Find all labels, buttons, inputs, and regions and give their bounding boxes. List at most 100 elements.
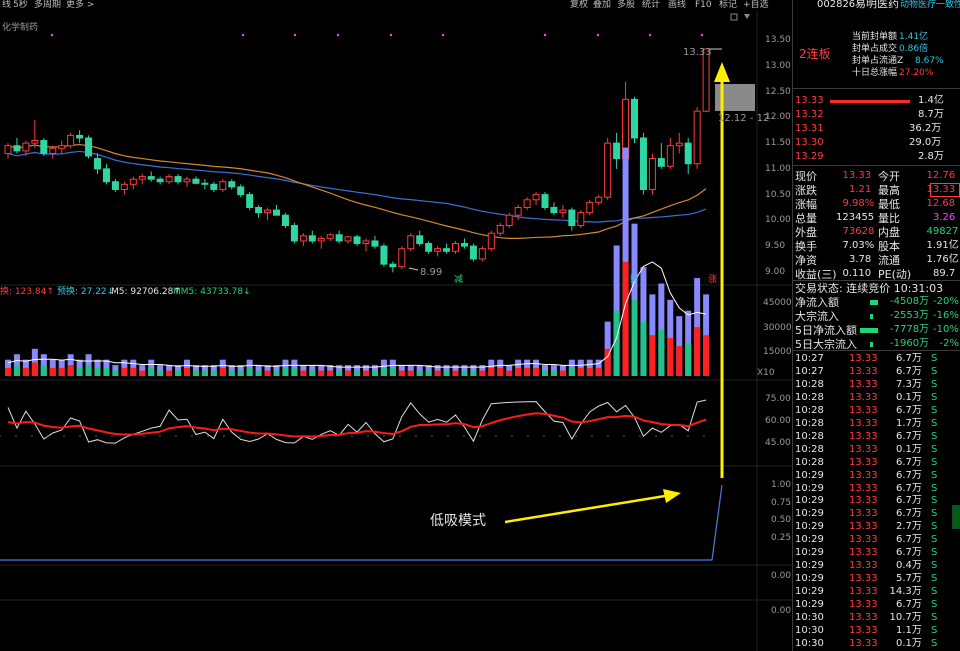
candle-body: [604, 142, 612, 198]
flow-value: -2553万: [890, 310, 930, 321]
tick-time: 10:28: [795, 430, 824, 442]
candle-body: [264, 209, 272, 214]
volume-bar: [291, 367, 298, 376]
osc-grid-dot: [367, 435, 369, 437]
tick-volume: 5.7万: [896, 573, 922, 585]
candle-body: [425, 243, 433, 252]
stat-value: 3.78: [849, 254, 872, 265]
candle-body: [469, 245, 477, 260]
toolbar-btn-5[interactable]: F10: [695, 0, 712, 10]
candle-body: [631, 98, 638, 139]
flow-pct: -20%: [933, 296, 959, 307]
osc-grid-dot: [159, 435, 161, 437]
osc-grid-dot: [191, 435, 193, 437]
candle-body: [362, 240, 370, 245]
tick-volume: 7.3万: [896, 378, 922, 390]
tick-time: 10:29: [795, 573, 824, 585]
toolbar-btn-3[interactable]: 统计: [642, 0, 660, 10]
candle-body: [657, 158, 665, 167]
toolbar-left-3[interactable]: 更多 >: [66, 0, 94, 10]
tick-side: S: [931, 624, 938, 636]
osc-grid-dot: [671, 435, 673, 437]
tick-price: 13.33: [849, 573, 878, 585]
toolbar-btn-2[interactable]: 多股: [617, 0, 635, 10]
volume-bar: [139, 370, 146, 376]
kline-chart[interactable]: [0, 0, 793, 651]
flow-value: -4508万: [890, 296, 930, 307]
book-price: 13.30: [795, 137, 824, 148]
seal-value: 0.86倍: [899, 44, 929, 54]
volume-bar: [58, 367, 65, 376]
book-bar: [830, 100, 910, 103]
lianban-badge: 2连板: [799, 47, 831, 61]
yellow-arrow-head: [714, 62, 730, 82]
price-tick: 10.00: [765, 215, 791, 226]
toolbar-left-2[interactable]: 多周期: [34, 0, 61, 10]
tick-volume: 14.3万: [889, 586, 922, 598]
book-vol: 29.0万: [909, 137, 942, 148]
volume-bar: [533, 367, 540, 376]
signal-dot: [543, 33, 547, 37]
signal-dot: [441, 33, 445, 37]
range-label: 12.12 - 12: [718, 113, 770, 124]
tick-time: 10:29: [795, 495, 824, 507]
volume-bar: [345, 370, 352, 376]
volume-bar: [76, 367, 83, 376]
stat-value: 123455: [836, 212, 875, 223]
marker-zhang: 涨: [708, 275, 718, 285]
tick-time: 10:28: [795, 443, 824, 455]
flow-value: -1960万: [890, 338, 930, 349]
candle-body: [326, 234, 334, 239]
osc-grid-dot: [335, 435, 337, 437]
candle-body: [586, 201, 594, 214]
volume-bar: [676, 346, 683, 376]
stat-label-2: 内盘: [878, 226, 900, 239]
flow-pct: -2%: [939, 338, 959, 349]
signal-tick: 0.25: [771, 533, 792, 543]
tick-volume: 10.7万: [889, 612, 922, 623]
volume-bar: [595, 367, 602, 376]
toolbar-btn-1[interactable]: 叠加: [593, 0, 611, 10]
toolbar-btn-4[interactable]: 画线: [668, 0, 686, 10]
scrollbar[interactable]: [952, 505, 960, 529]
osc-grid-dot: [687, 435, 689, 437]
osc-grid-dot: [399, 435, 401, 437]
toolbar-left-0[interactable]: 线: [2, 0, 11, 10]
stat-label-2: 量比: [878, 212, 900, 225]
toolbar-btn-6[interactable]: 标记: [719, 0, 737, 10]
high-value-box: [930, 183, 960, 197]
volume-bar: [318, 370, 325, 376]
seal-label: 当前封单额: [852, 32, 898, 42]
annotation-label: 低吸模式: [430, 513, 486, 529]
toolbar-btn-7[interactable]: +自选: [743, 0, 769, 10]
tick-price: 13.33: [849, 456, 878, 468]
yellow-arrow-head-2: [663, 489, 681, 503]
osc-grid-dot: [415, 435, 417, 437]
volume-bar: [479, 370, 486, 376]
flow-label: 5日净流入额: [795, 324, 857, 337]
stat-label: 涨跌: [795, 184, 817, 197]
volume-bar: [31, 362, 38, 376]
tick-side: S: [931, 508, 938, 520]
volume-bar: [631, 299, 638, 376]
price-tick: 12.50: [765, 86, 791, 97]
book-vol: 36.2万: [909, 123, 942, 134]
yellow-arrow-diagonal: [504, 494, 666, 524]
toolbar-left-1[interactable]: 5秒: [13, 0, 28, 10]
tick-side: S: [931, 443, 938, 455]
volume-bar: [112, 370, 119, 376]
stat-value: 7.03%: [842, 240, 875, 251]
volume-bar: [506, 370, 513, 376]
toolbar-btn-0[interactable]: 复权: [570, 0, 588, 10]
tick-volume: 6.7万: [896, 547, 922, 559]
candle-body: [299, 235, 307, 242]
candle-body: [460, 243, 468, 247]
tick-time: 10:28: [795, 378, 824, 390]
seal-value: 1.41亿: [899, 32, 929, 42]
candle-body: [595, 196, 603, 203]
volume-bar: [67, 365, 74, 376]
tick-volume: 6.7万: [896, 469, 922, 481]
signal-dot: [336, 33, 340, 37]
volume-bar: [246, 367, 253, 376]
volume-bar: [667, 337, 674, 376]
